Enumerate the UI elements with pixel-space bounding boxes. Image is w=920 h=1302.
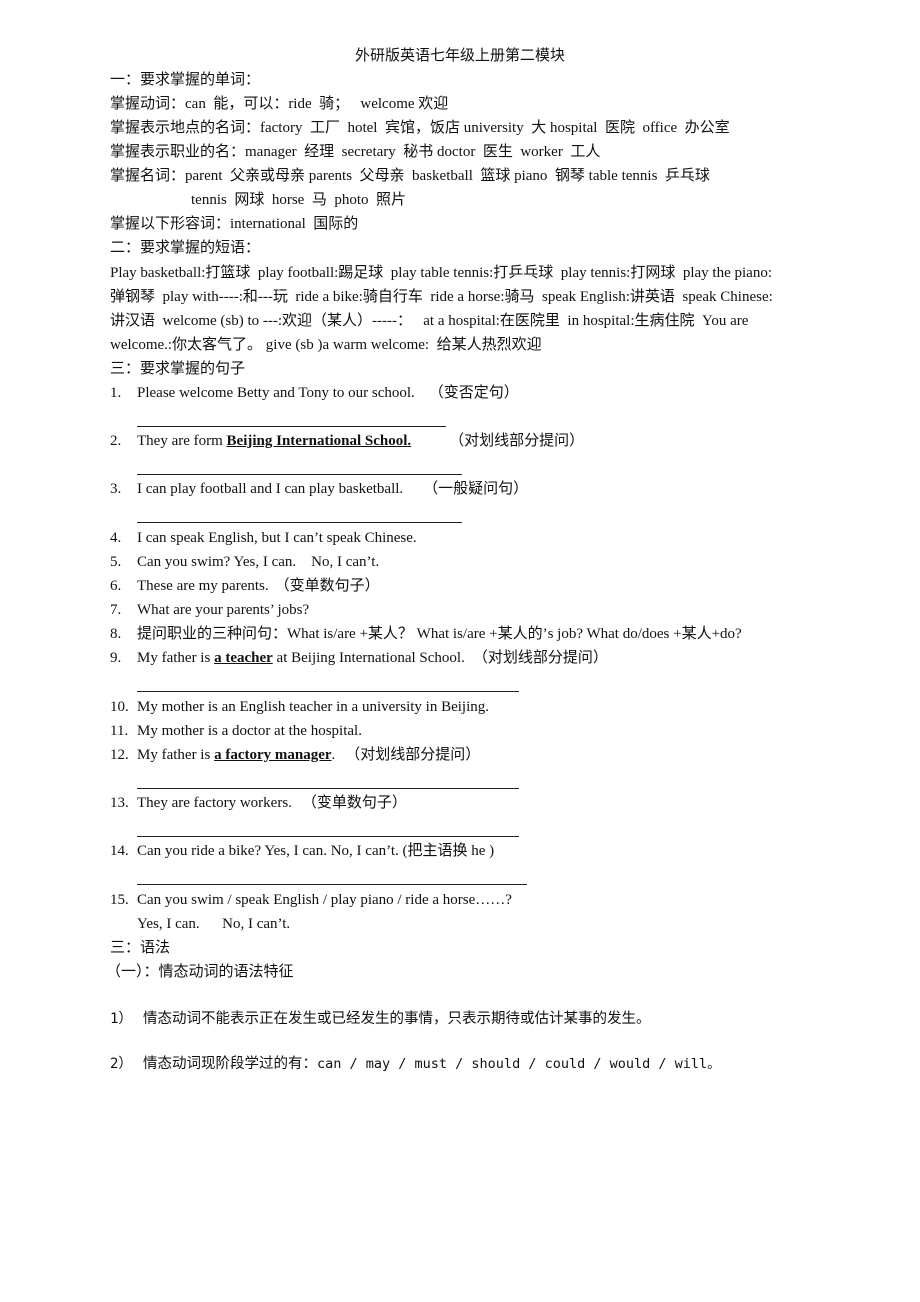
- sentence-item: 7. What are your parents’ jobs?: [110, 600, 309, 620]
- sentence-text: They are form: [137, 433, 227, 449]
- sentence-item: 2. They are form Beijing International Sc…: [110, 431, 584, 451]
- sentence-item: 13. They are factory workers. （变单数句子）: [110, 793, 407, 813]
- phrases-line: 讲汉语 welcome (sb) to ---:欢迎（某人）-----： at …: [110, 313, 749, 329]
- instruction-note: （变单数句子）: [274, 578, 380, 594]
- item-number: 12.: [110, 747, 129, 763]
- vocab-adjectives: 掌握以下形容词：international 国际的: [110, 216, 359, 232]
- answer-blank-line[interactable]: [137, 884, 527, 885]
- instruction-note: （对划线部分提问）: [449, 433, 585, 449]
- sentence-item: 6. These are my parents. （变单数句子）: [110, 576, 380, 596]
- point-text: 情态动词现阶段学过的有：: [143, 1056, 317, 1072]
- sentence-item: 8. 提问职业的三种问句：What is/are +某人？ What is/are…: [110, 624, 742, 644]
- sentence-text: I can play football and I can play baske…: [137, 481, 404, 497]
- sentence-text: I can speak English, but I can’t speak C…: [137, 530, 417, 546]
- answer-blank-line[interactable]: [137, 474, 462, 475]
- section-heading-grammar: 三：语法: [110, 940, 171, 956]
- underlined-phrase: a factory manager: [214, 747, 332, 763]
- item-number: 11.: [110, 723, 129, 739]
- sentence-text: My mother is an English teacher in a uni…: [137, 699, 490, 715]
- item-number: 7.: [110, 602, 122, 618]
- sentence-item: 9. My father is a teacher at Beijing Inte…: [110, 648, 608, 668]
- sentence-text: Can you ride a bike? Yes, I can. No, I c…: [137, 843, 495, 859]
- point-number: 1）: [110, 1011, 133, 1027]
- sentence-answer: Yes, I can. No, I can’t.: [137, 916, 291, 932]
- instruction-note: （对划线部分提问）: [345, 747, 481, 763]
- sentence-text: My mother is a doctor at the hospital.: [137, 723, 362, 739]
- sentence-item: 4. I can speak English, but I can’t speak…: [110, 528, 417, 548]
- section-heading-vocabulary: 一：要求掌握的单词：: [110, 72, 261, 88]
- modal-verbs-list: can / may / must / should / could / woul…: [317, 1056, 721, 1072]
- sentence-text-rest: at Beijing International School.: [272, 650, 465, 666]
- item-number: 13.: [110, 795, 129, 811]
- section-heading-sentences: 三：要求掌握的句子: [110, 361, 246, 377]
- instruction-note: （对划线部分提问）: [472, 650, 608, 666]
- sentence-item: 3. I can play football and I can play bas…: [110, 479, 528, 499]
- sentence-item: 11. My mother is a doctor at the hospital…: [110, 721, 362, 741]
- phrases-line: welcome.:你太客气了。 give (sb )a warm welcome…: [110, 337, 542, 353]
- item-number: 15.: [110, 892, 129, 908]
- sentence-text: My father is: [137, 747, 215, 763]
- answer-blank-line[interactable]: [137, 426, 446, 427]
- sentence-item: 10. My mother is an English teacher in a …: [110, 697, 489, 717]
- item-number: 9.: [110, 650, 122, 666]
- item-number: 2.: [110, 433, 122, 449]
- sentence-text: My father is: [137, 650, 215, 666]
- sentence-text: Can you swim? Yes, I can. No, I can’t.: [137, 554, 380, 570]
- answer-blank-line[interactable]: [137, 522, 462, 523]
- point-text: 情态动词不能表示正在发生或已经发生的事情，只表示期待或估计某事的发生。: [143, 1011, 651, 1027]
- sentence-item: 5. Can you swim? Yes, I can. No, I can’t.: [110, 552, 379, 572]
- answer-blank-line[interactable]: [137, 788, 519, 789]
- item-number: 3.: [110, 481, 122, 497]
- item-number: 10.: [110, 699, 129, 715]
- vocab-nouns-line2: tennis 网球 horse 马 photo 照片: [191, 192, 406, 208]
- vocab-places: 掌握表示地点的名词：factory 工厂 hotel 宾馆，饭店 univers…: [110, 120, 730, 136]
- sentence-item: 1. Please welcome Betty and Tony to our s…: [110, 383, 519, 403]
- instruction-note: （变单数句子）: [301, 795, 407, 811]
- item-number: 8.: [110, 626, 122, 642]
- section-heading-phrases: 二：要求掌握的短语：: [110, 240, 261, 256]
- item-number: 5.: [110, 554, 122, 570]
- sentence-text: 提问职业的三种问句：What is/are +某人？ What is/are +…: [137, 626, 742, 642]
- sentence-text-rest: .: [331, 747, 336, 763]
- grammar-point: 2） 情态动词现阶段学过的有：can / may / must / should …: [110, 1054, 721, 1074]
- sentence-text: Please welcome Betty and Tony to our sch…: [137, 385, 415, 401]
- phrases-line: Play basketball:打篮球 play football:踢足球 pl…: [110, 265, 772, 281]
- vocab-jobs: 掌握表示职业的名：manager 经理 secretary 秘书 doctor …: [110, 144, 601, 160]
- sentence-text: What are your parents’ jobs?: [137, 602, 310, 618]
- phrases-line: 弹钢琴 play with----:和---玩 ride a bike:骑自行车…: [110, 289, 773, 305]
- answer-blank-line[interactable]: [137, 691, 519, 692]
- sentence-item: 12. My father is a factory manager. （对划线部分…: [110, 745, 480, 765]
- item-number: 4.: [110, 530, 122, 546]
- point-number: 2）: [110, 1056, 133, 1072]
- instruction-note: （一般疑问句）: [423, 481, 529, 497]
- underlined-phrase: a teacher: [214, 650, 273, 666]
- sentence-text: Can you swim / speak English / play pian…: [137, 892, 512, 908]
- vocab-nouns-line1: 掌握名词：parent 父亲或母亲 parents 父母亲 basketball…: [110, 168, 710, 184]
- sentence-text: These are my parents.: [137, 578, 269, 594]
- underlined-phrase: Beijing International School.: [226, 433, 412, 449]
- answer-blank-line[interactable]: [137, 836, 519, 837]
- sentence-item: 14. Can you ride a bike? Yes, I can. No, …: [110, 841, 494, 861]
- sentence-item: 15. Can you swim / speak English / play p…: [110, 890, 512, 910]
- vocab-verbs: 掌握动词：can 能，可以：ride 骑； welcome 欢迎: [110, 96, 449, 112]
- grammar-point: 1） 情态动词不能表示正在发生或已经发生的事情，只表示期待或估计某事的发生。: [110, 1009, 651, 1029]
- grammar-subheading: （一）：情态动词的语法特征: [106, 964, 294, 980]
- item-number: 1.: [110, 385, 122, 401]
- sentence-text: They are factory workers.: [137, 795, 292, 811]
- item-number: 14.: [110, 843, 129, 859]
- document-title: 外研版英语七年级上册第二模块: [354, 48, 565, 64]
- item-number: 6.: [110, 578, 122, 594]
- instruction-note: （变否定句）: [428, 385, 519, 401]
